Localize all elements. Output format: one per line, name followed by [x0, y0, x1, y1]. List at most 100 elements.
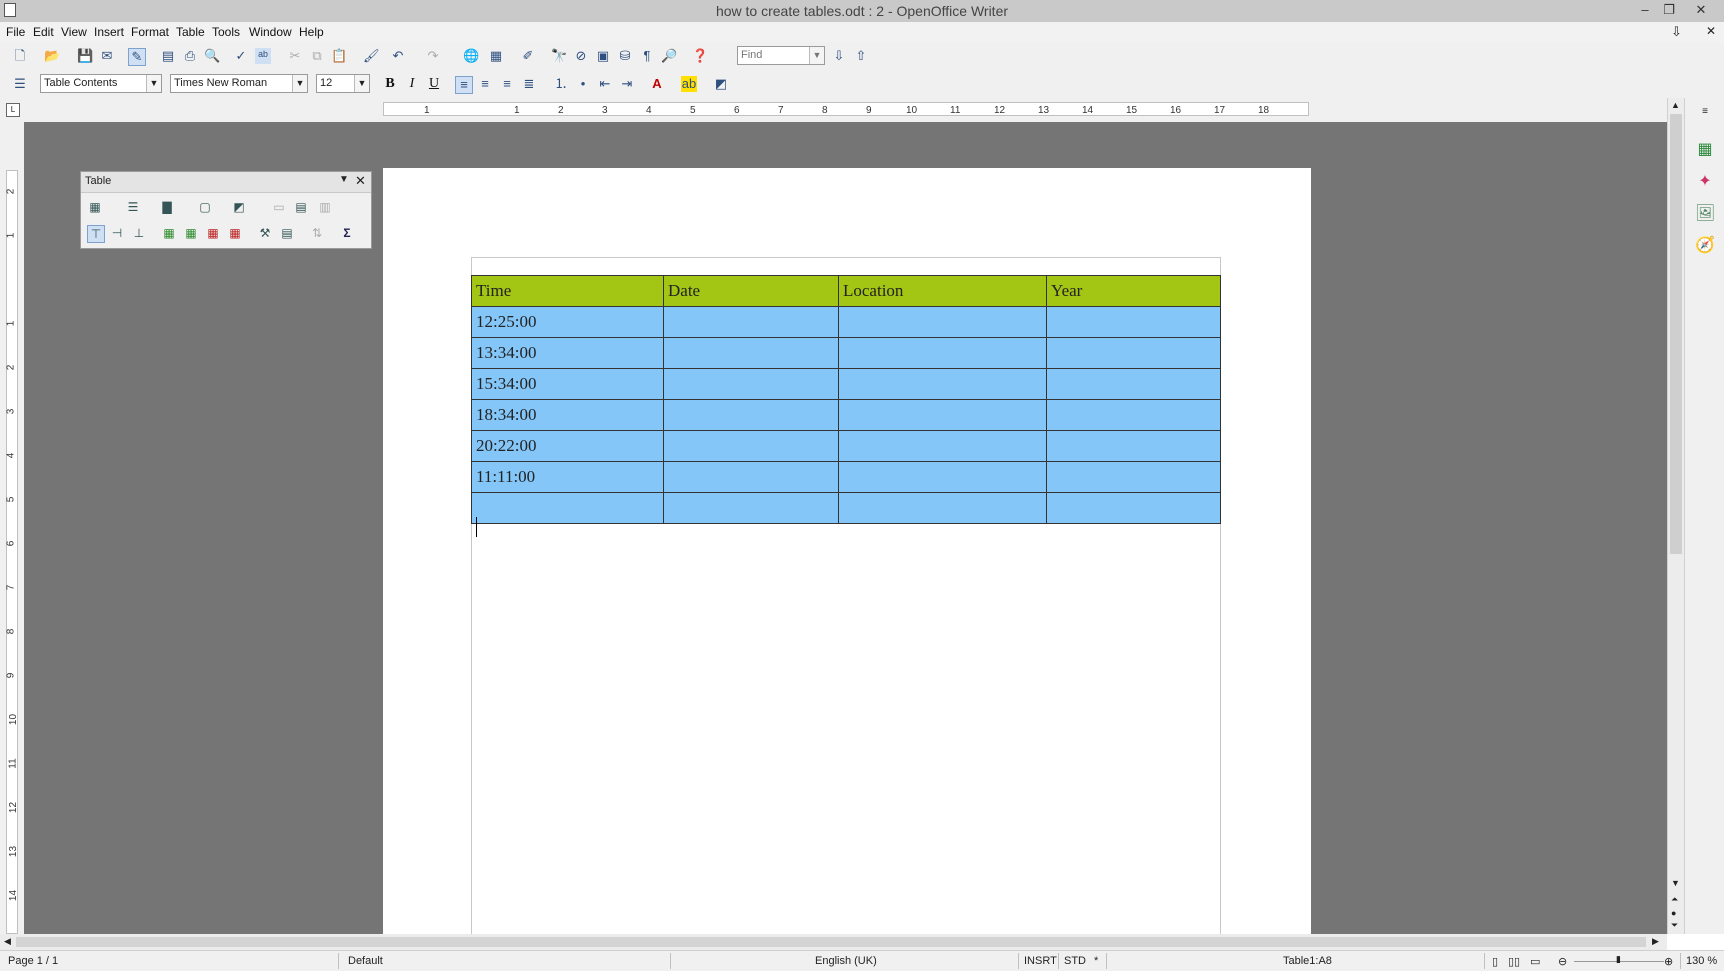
styles-icon[interactable]: ☰: [12, 76, 28, 92]
table-cell[interactable]: [663, 492, 839, 524]
align-bottom-icon[interactable]: ⊥: [131, 225, 147, 241]
menu-insert[interactable]: Insert: [94, 25, 124, 39]
font-size-select[interactable]: 12 ▼: [316, 74, 370, 93]
pdf-icon[interactable]: ▤: [160, 48, 176, 64]
datasource-icon[interactable]: ⛁: [617, 48, 633, 64]
table-cell[interactable]: [1046, 492, 1221, 524]
navigation-icon[interactable]: ●: [1671, 908, 1676, 918]
single-page-view-icon[interactable]: ▯: [1492, 955, 1498, 968]
table-cell[interactable]: [1046, 461, 1221, 493]
nonprinting-icon[interactable]: ¶: [639, 48, 655, 64]
underline-button[interactable]: U: [425, 75, 443, 93]
copy-icon[interactable]: ⧉: [309, 48, 325, 64]
gallery-icon[interactable]: ▣: [595, 48, 611, 64]
chevron-down-icon[interactable]: ▼: [354, 75, 369, 92]
table-cell[interactable]: [838, 461, 1047, 493]
zoom-slider-handle[interactable]: ▮: [1616, 954, 1621, 965]
table-cell[interactable]: 11:11:00: [471, 461, 664, 493]
zoom-level[interactable]: 130 %: [1686, 955, 1717, 967]
hyperlink-icon[interactable]: 🌐: [463, 48, 479, 64]
table-cell[interactable]: 20:22:00: [471, 430, 664, 462]
find-input[interactable]: Find ▼: [737, 46, 825, 65]
close-window-button[interactable]: ✕: [1687, 0, 1715, 20]
delete-row-icon[interactable]: ▦: [205, 225, 221, 241]
properties-icon[interactable]: ▦: [1695, 140, 1715, 160]
scroll-right-icon[interactable]: ▶: [1652, 936, 1659, 947]
align-left-icon[interactable]: ≡: [455, 76, 473, 94]
autospell-icon[interactable]: ᵃᵇ: [255, 48, 271, 64]
table-cell[interactable]: [663, 430, 839, 462]
print-icon[interactable]: ⎙: [182, 48, 198, 64]
optimize-icon[interactable]: ▥: [317, 199, 333, 215]
scroll-thumb[interactable]: [1670, 114, 1682, 554]
tab-type-icon[interactable]: L: [6, 103, 20, 117]
cut-icon[interactable]: ✂: [287, 48, 303, 64]
align-middle-icon[interactable]: ⊣: [109, 225, 125, 241]
background-color-icon[interactable]: ◩: [231, 199, 247, 215]
chevron-down-icon[interactable]: ▼: [292, 75, 307, 92]
edit-icon[interactable]: ✎: [128, 48, 146, 66]
table-cell[interactable]: 15:34:00: [471, 368, 664, 400]
vertical-scrollbar[interactable]: ▲ ▼ ⏶ ● ⏷: [1667, 98, 1685, 934]
close-document-icon[interactable]: ✕: [1706, 24, 1716, 38]
menu-window[interactable]: Window: [249, 25, 292, 39]
bold-button[interactable]: B: [381, 75, 399, 93]
table-cell[interactable]: [1046, 368, 1221, 400]
header-cell[interactable]: Date: [663, 275, 839, 307]
new-doc-icon[interactable]: 🗋: [12, 48, 28, 64]
next-page-icon[interactable]: ⏷: [1671, 920, 1678, 931]
increase-indent-icon[interactable]: ⇥: [619, 76, 635, 92]
menu-view[interactable]: View: [61, 25, 87, 39]
paste-icon[interactable]: 📋: [331, 48, 347, 64]
restore-button[interactable]: ❐: [1655, 0, 1683, 20]
table-cell[interactable]: [663, 368, 839, 400]
scroll-left-icon[interactable]: ◀: [4, 936, 11, 947]
background-color-icon[interactable]: ◩: [713, 76, 729, 92]
table-icon[interactable]: ▦: [87, 199, 103, 215]
line-style-icon[interactable]: ☰: [125, 199, 141, 215]
ruler-strip[interactable]: [6, 170, 18, 934]
draw-icon[interactable]: ✐: [520, 48, 536, 64]
table-icon[interactable]: ▦: [488, 48, 504, 64]
chevron-down-icon[interactable]: ▼: [146, 75, 161, 92]
sidebar-menu-icon[interactable]: ≡: [1695, 102, 1715, 122]
undo-icon[interactable]: ↶: [390, 48, 406, 64]
table-cell[interactable]: [663, 337, 839, 369]
document-page[interactable]: Time Date Location Year 12:25:00 13:34:0…: [383, 168, 1311, 934]
table-cell[interactable]: 12:25:00: [471, 306, 664, 338]
find-previous-icon[interactable]: ⇧: [853, 48, 869, 64]
insert-column-icon[interactable]: ▦: [183, 225, 199, 241]
menu-help[interactable]: Help: [299, 25, 324, 39]
table-cell[interactable]: [838, 430, 1047, 462]
scroll-thumb[interactable]: [16, 937, 1646, 947]
zoom-out-icon[interactable]: ⊖: [1558, 955, 1567, 968]
previous-page-icon[interactable]: ⏶: [1671, 894, 1678, 905]
horizontal-scrollbar[interactable]: ◀ ▶: [0, 934, 1667, 950]
header-cell[interactable]: Time: [471, 275, 664, 307]
table-cell[interactable]: [1046, 430, 1221, 462]
menu-format[interactable]: Format: [131, 25, 169, 39]
table-toolbar[interactable]: Table ▼ ✕ ▦ ☰ ▇ ▢ ◩ ▭ ▤ ▥ ⊤ ⊣ ⊥ ▦ ▦ ▦ ▦ …: [80, 171, 372, 249]
table-cell[interactable]: 18:34:00: [471, 399, 664, 431]
gallery-icon[interactable]: 🖼: [1695, 204, 1715, 224]
insert-row-icon[interactable]: ▦: [161, 225, 177, 241]
zoom-in-icon[interactable]: ⊕: [1664, 955, 1673, 968]
page-style[interactable]: Default: [348, 955, 383, 967]
language[interactable]: English (UK): [815, 955, 877, 967]
table-cell[interactable]: 13:34:00: [471, 337, 664, 369]
borders-icon[interactable]: ▢: [197, 199, 213, 215]
navigator-icon[interactable]: ⊘: [573, 48, 589, 64]
table-cell[interactable]: [838, 337, 1047, 369]
menu-tools[interactable]: Tools: [212, 25, 240, 39]
delete-column-icon[interactable]: ▦: [227, 225, 243, 241]
scroll-down-icon[interactable]: ▼: [1671, 878, 1680, 888]
page-indicator[interactable]: Page 1 / 1: [8, 955, 58, 967]
align-right-icon[interactable]: ≡: [499, 76, 515, 92]
find-next-icon[interactable]: ⇩: [831, 48, 847, 64]
multi-page-view-icon[interactable]: ▯▯: [1508, 955, 1520, 968]
paragraph-style-select[interactable]: Table Contents ▼: [40, 74, 162, 93]
justify-icon[interactable]: ≣: [521, 76, 537, 92]
insert-mode[interactable]: INSRT: [1024, 955, 1057, 967]
document-table[interactable]: Time Date Location Year 12:25:00 13:34:0…: [471, 275, 1221, 524]
find-replace-icon[interactable]: 🔭: [551, 48, 567, 64]
